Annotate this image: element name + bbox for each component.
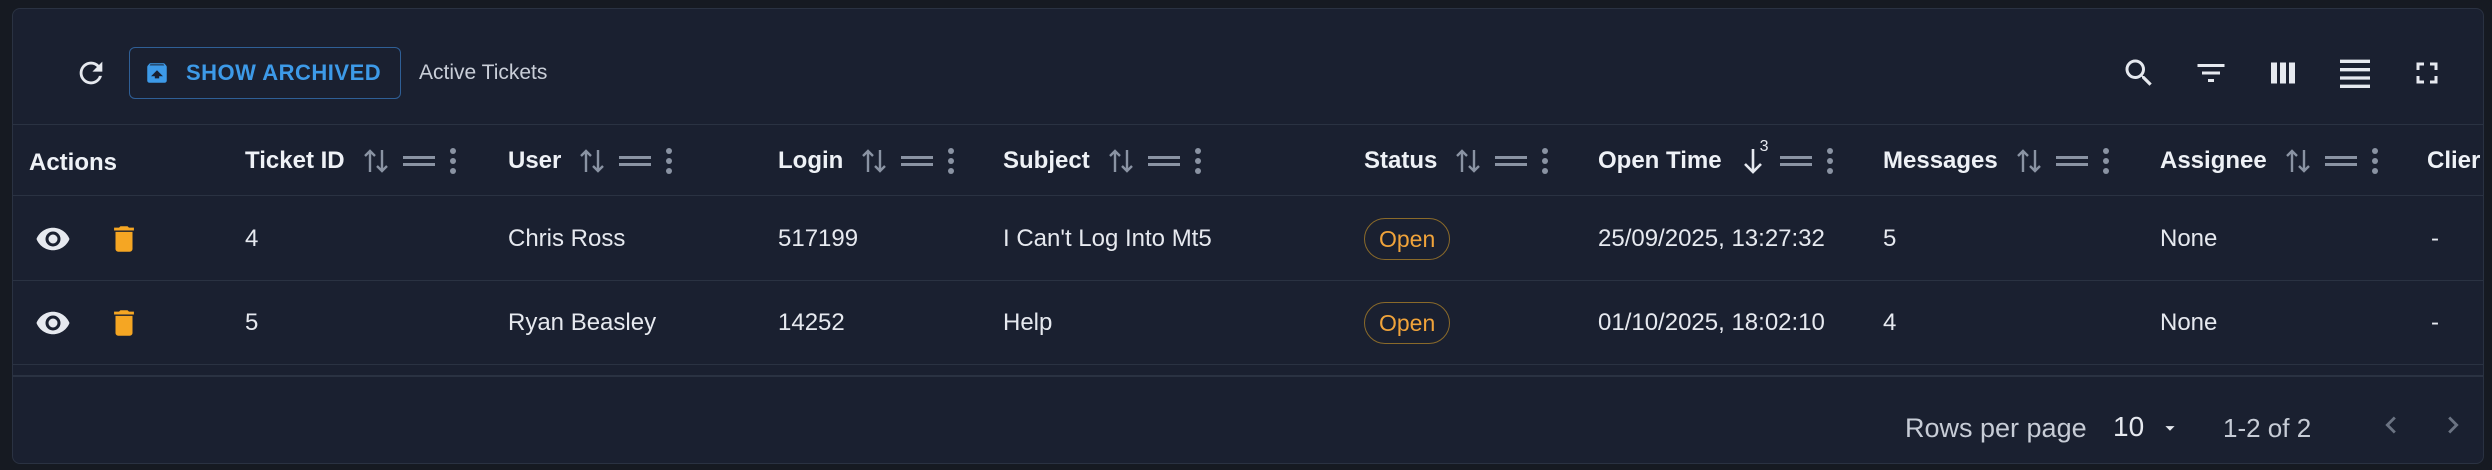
refresh-icon [79,61,103,85]
chevron-right-icon [2448,416,2459,434]
show-archived-button[interactable]: SHOW ARCHIVED [129,47,401,99]
cell-status: Open [1364,281,1451,365]
header-status[interactable]: Status [1364,125,1549,197]
columns-button[interactable] [2255,45,2311,101]
view-button[interactable] [35,281,71,365]
sort-icon[interactable] [579,146,605,176]
column-menu-icon[interactable] [1541,147,1549,175]
previous-page-button[interactable] [2371,405,2411,445]
drag-handle-icon[interactable] [1147,154,1180,168]
cell-assignee: None [2160,225,2218,252]
drag-handle-icon[interactable] [1495,154,1528,168]
column-menu-icon[interactable] [2102,147,2110,175]
header-subject[interactable]: Subject [1003,125,1202,197]
cell-ticket-id: 5 [245,309,259,336]
cell-messages: 4 [1883,309,1897,336]
cell-subject: I Can't Log Into Mt5 [1003,225,1212,252]
density-button[interactable] [2327,45,2383,101]
columns-icon [2271,62,2295,84]
drag-handle-icon[interactable] [402,154,435,168]
filter-icon [2197,64,2225,82]
column-menu-icon[interactable] [665,147,673,175]
cell-status: Open [1364,197,1451,281]
drag-handle-icon[interactable] [1779,154,1812,168]
view-icon [36,311,70,335]
cell-client: - [2431,225,2439,252]
header-ticket-id[interactable]: Ticket ID [245,125,457,197]
drag-handle-icon[interactable] [901,154,934,168]
column-menu-icon[interactable] [449,147,457,175]
table-row: 4 Chris Ross 517199 I Can't Log Into Mt5… [13,197,2483,281]
drag-handle-icon[interactable] [2324,154,2357,168]
chevron-left-icon [2385,416,2396,434]
drag-handle-icon[interactable] [619,154,652,168]
cell-user: Ryan Beasley [508,309,657,336]
search-button[interactable] [2111,45,2167,101]
cell-user: Chris Ross [508,225,626,252]
archive-icon [147,63,167,83]
tickets-table-card: SHOW ARCHIVED Active Tickets Actions Tic… [12,8,2484,464]
view-icon [36,227,70,251]
next-page-button[interactable] [2433,405,2473,445]
cell-messages: 5 [1883,225,1897,252]
delete-button[interactable] [107,197,141,281]
fullscreen-icon [2416,62,2438,84]
header-assignee[interactable]: Assignee [2160,125,2379,197]
cell-assignee: None [2160,309,2218,336]
cell-open-time: 01/10/2025, 18:02:10 [1598,309,1825,336]
sort-descending-icon[interactable]: 3 [1740,138,1769,176]
cell-login: 517199 [778,225,859,252]
search-icon [2125,59,2152,86]
table-row: 5 Ryan Beasley 14252 Help Open 01/10/202… [13,281,2483,365]
status-badge: Open [1364,218,1451,260]
status-badge: Open [1364,302,1451,344]
cell-open-time: 25/09/2025, 13:27:32 [1598,225,1825,252]
table-header-row: Actions Ticket ID User Login Subject Sta… [13,124,2483,196]
show-archived-label: SHOW ARCHIVED [186,60,382,85]
sort-order-index: 3 [1759,138,1769,155]
sort-icon[interactable] [1108,146,1134,176]
density-icon [2340,59,2370,88]
column-menu-icon[interactable] [947,147,955,175]
sort-icon[interactable] [2016,146,2042,176]
header-open-time[interactable]: Open Time 3 [1598,125,1834,197]
table-toolbar: SHOW ARCHIVED Active Tickets [13,9,2483,124]
table-caption: Active Tickets [419,61,548,84]
rows-per-page-select[interactable]: 10 [2113,411,2144,443]
header-login[interactable]: Login [778,125,955,197]
sort-icon[interactable] [1455,146,1481,176]
cell-login: 14252 [778,309,845,336]
delete-button[interactable] [107,281,141,365]
header-user[interactable]: User [508,125,673,197]
delete-icon [114,310,134,336]
cell-subject: Help [1003,309,1053,336]
sort-icon[interactable] [861,146,887,176]
column-menu-icon[interactable] [1194,147,1202,175]
header-client[interactable]: Clier [2427,125,2483,197]
cell-ticket-id: 4 [245,225,259,252]
column-menu-icon[interactable] [1826,147,1834,175]
rows-per-page-label: Rows per page [1905,413,2087,443]
pagination-range: 1-2 of 2 [2223,413,2312,443]
sort-icon[interactable] [363,146,389,176]
caret-down-icon[interactable] [2159,417,2181,444]
header-actions: Actions [29,149,118,176]
header-messages[interactable]: Messages [1883,125,2110,197]
view-button[interactable] [35,197,71,281]
drag-handle-icon[interactable] [2055,154,2088,168]
column-menu-icon[interactable] [2371,147,2379,175]
table-pagination: Rows per page 10 1-2 of 2 [13,375,2483,463]
fullscreen-button[interactable] [2399,45,2455,101]
sort-icon[interactable] [2285,146,2311,176]
filter-button[interactable] [2183,45,2239,101]
delete-icon [114,226,134,252]
cell-client: - [2431,309,2439,336]
refresh-button[interactable] [63,45,119,101]
